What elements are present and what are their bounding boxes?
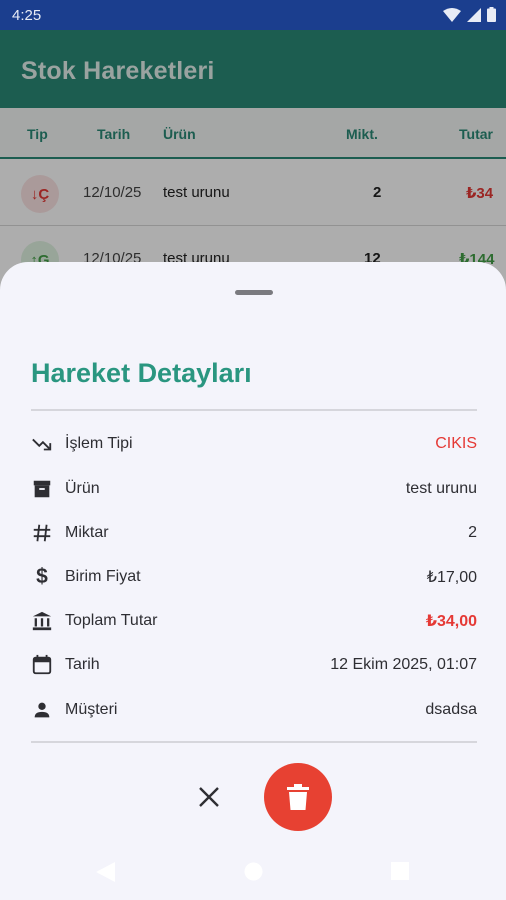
detail-row-total: Toplam Tutar ₺34,00 xyxy=(31,606,477,636)
calendar-icon xyxy=(31,654,53,676)
status-bar: 4:25 xyxy=(0,0,506,30)
detail-value: ₺34,00 xyxy=(425,613,477,630)
trash-icon xyxy=(287,784,309,810)
detail-row-date: Tarih 12 Ekim 2025, 01:07 xyxy=(31,650,477,680)
person-icon xyxy=(31,699,53,721)
battery-icon xyxy=(487,7,496,22)
detail-label: Tarih xyxy=(65,656,100,673)
hash-icon xyxy=(31,522,53,544)
back-icon[interactable] xyxy=(96,862,115,882)
detail-label: Toplam Tutar xyxy=(65,612,158,629)
detail-row-transaction-type: İşlem Tipi CIKIS xyxy=(31,429,477,459)
detail-row-customer: Müşteri dsadsa xyxy=(31,695,477,725)
close-button[interactable] xyxy=(190,778,228,816)
dollar-icon: $ xyxy=(36,565,48,588)
movement-detail-sheet: Hareket Detayları İşlem Tipi CIKIS Ürün … xyxy=(0,262,506,900)
detail-label: Miktar xyxy=(65,524,109,541)
bank-icon xyxy=(31,610,53,632)
detail-value: 2 xyxy=(468,524,477,541)
status-time: 4:25 xyxy=(12,7,42,24)
delete-button[interactable] xyxy=(264,763,332,831)
detail-value: ₺17,00 xyxy=(426,569,477,586)
status-icons xyxy=(443,7,496,22)
divider xyxy=(31,409,477,411)
signal-icon xyxy=(467,7,481,22)
detail-value: test urunu xyxy=(405,480,477,497)
drag-handle[interactable] xyxy=(235,290,273,295)
recents-icon[interactable] xyxy=(391,862,409,880)
sheet-title: Hareket Detayları xyxy=(31,358,252,388)
detail-label: Ürün xyxy=(65,480,100,497)
divider xyxy=(31,741,477,743)
system-nav-bar xyxy=(0,840,506,900)
detail-row-unit-price: $ Birim Fiyat ₺17,00 xyxy=(31,562,477,592)
detail-value: 12 Ekim 2025, 01:07 xyxy=(330,656,477,673)
archive-box-icon xyxy=(31,478,53,500)
trending-down-icon xyxy=(31,433,53,455)
wifi-icon xyxy=(443,7,461,22)
detail-label: Müşteri xyxy=(65,701,118,718)
detail-row-product: Ürün test urunu xyxy=(31,474,477,504)
detail-label: Birim Fiyat xyxy=(65,568,141,585)
detail-value: dsadsa xyxy=(425,701,477,718)
detail-label: İşlem Tipi xyxy=(65,435,133,452)
detail-value: CIKIS xyxy=(435,435,477,452)
home-icon[interactable] xyxy=(244,862,263,881)
detail-row-quantity: Miktar 2 xyxy=(31,518,477,548)
close-icon xyxy=(199,787,219,807)
